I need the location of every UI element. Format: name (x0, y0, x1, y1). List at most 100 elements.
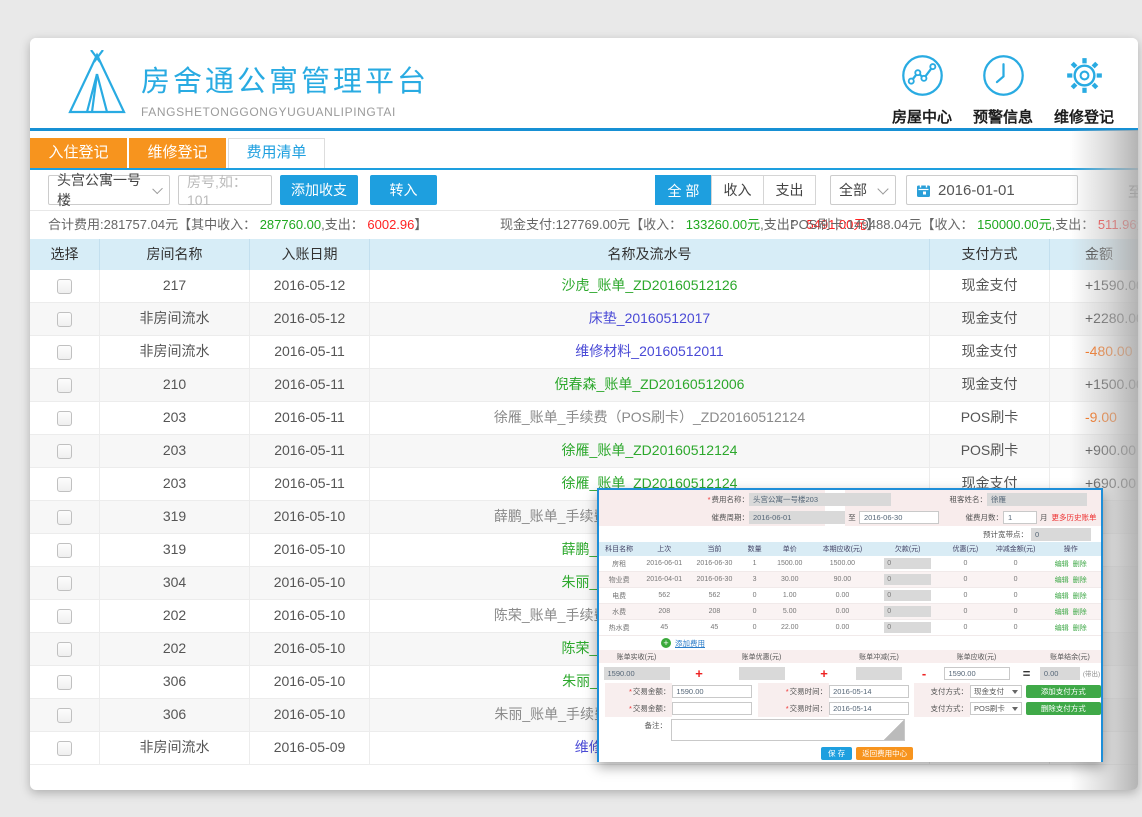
bill-balance-input[interactable]: 0.00 (1040, 667, 1080, 680)
table-header: 选择房间名称入账日期名称及流水号支付方式金额 (30, 239, 1138, 270)
room-cell: 非房间流水 (100, 336, 250, 368)
tab-2[interactable]: 费用清单 (228, 138, 325, 168)
row-checkbox[interactable] (57, 345, 72, 360)
add-payment-method-button[interactable]: 添加支付方式 (1026, 685, 1101, 698)
arrears-input[interactable]: 0 (884, 590, 931, 601)
segment-all[interactable]: 全 部 (655, 175, 712, 205)
fee-ops-cell: 编辑删除 (1041, 607, 1101, 617)
period-separator: 至 (845, 512, 859, 523)
amount-value: -9.00 (1085, 409, 1117, 425)
room-number-input[interactable]: 房号,如：101 (178, 175, 272, 205)
row-checkbox[interactable] (57, 741, 72, 756)
select-cell (30, 600, 100, 632)
bill-link[interactable]: 维修材料_20160512011 (575, 343, 723, 359)
note-textarea[interactable] (671, 719, 905, 741)
months-input[interactable]: 1 (1003, 511, 1037, 524)
bill-link[interactable]: 沙虎_账单_ZD20160512126 (562, 277, 738, 293)
tenant-input[interactable]: 徐雁 (987, 493, 1087, 506)
row-checkbox[interactable] (57, 279, 72, 294)
row-checkbox[interactable] (57, 642, 72, 657)
tx-time-input[interactable]: 2016-05-14 (829, 702, 908, 715)
name-cell: 沙虎_账单_ZD20160512126 (370, 270, 930, 302)
payment-cell: 现金支付 (930, 270, 1050, 302)
edit-link[interactable]: 编辑 (1055, 625, 1069, 632)
tx-method-select[interactable]: POS刷卡 (970, 702, 1022, 715)
save-button[interactable]: 保 存 (821, 747, 852, 760)
row-checkbox[interactable] (57, 708, 72, 723)
bill-operator: + (674, 666, 724, 681)
building-select[interactable]: 头宫公寓一号楼 (48, 175, 170, 205)
tx-time-input[interactable]: 2016-05-14 (829, 685, 908, 698)
add-transaction-button[interactable]: 添加收支 (280, 175, 358, 205)
points-input[interactable]: 0 (1031, 528, 1091, 541)
nav-item-clock[interactable]: 预警信息 (967, 53, 1039, 127)
tab-1[interactable]: 维修登记 (129, 138, 226, 168)
delete-link[interactable]: 删除 (1073, 625, 1087, 632)
history-bills-link[interactable]: 更多历史账单 (1052, 512, 1097, 523)
delete-link[interactable]: 删除 (1073, 593, 1087, 600)
segment-expense[interactable]: 支出 (763, 175, 816, 205)
chevron-down-icon (152, 183, 163, 194)
date-cell: 2016-05-10 (250, 567, 370, 599)
bill-discount-input[interactable] (739, 667, 785, 680)
edit-link[interactable]: 编辑 (1055, 561, 1069, 568)
arrears-input[interactable]: 0 (884, 574, 931, 585)
fee-cell: 22.00 (770, 624, 810, 631)
arrears-input[interactable]: 0 (884, 622, 931, 633)
fee-table-header: 科目名称上次当前数量单价本期应收(元)欠款(元)优惠(元)冲减金额(元)操作 (599, 542, 1101, 556)
period-to-input[interactable]: 2016-06-30 (859, 511, 939, 524)
delete-payment-method-button[interactable]: 删除支付方式 (1026, 702, 1101, 715)
date-from-input[interactable]: 2016-01-01 (906, 175, 1078, 205)
bill-link[interactable]: 倪春森_账单_ZD20160512006 (555, 376, 745, 392)
fee-cell: 0 (740, 624, 770, 631)
method-select[interactable]: 全部 (830, 175, 896, 205)
table-row: 非房间流水2016-05-11维修材料_20160512011现金支付-480.… (30, 336, 1138, 369)
delete-link[interactable]: 删除 (1073, 577, 1087, 584)
transfer-in-button[interactable]: 转入 (370, 175, 437, 205)
bill-link[interactable]: 徐雁_账单_ZD20160512124 (562, 442, 738, 458)
fee-column-header-0: 科目名称 (599, 544, 639, 554)
arrears-input[interactable]: 0 (884, 558, 931, 569)
row-checkbox[interactable] (57, 378, 72, 393)
row-checkbox[interactable] (57, 609, 72, 624)
row-checkbox[interactable] (57, 312, 72, 327)
arrears-input[interactable]: 0 (884, 606, 931, 617)
period-from-input[interactable]: 2016-06-01 (749, 511, 845, 524)
back-to-fee-center-button[interactable]: 返回费用中心 (856, 747, 913, 760)
row-checkbox[interactable] (57, 675, 72, 690)
tx-method-select[interactable]: 现金支付 (970, 685, 1022, 698)
bill-received-input[interactable]: 1590.00 (604, 667, 670, 680)
row-checkbox[interactable] (57, 444, 72, 459)
edit-link[interactable]: 编辑 (1055, 593, 1069, 600)
tx-amount-label-text: 交易金额： (633, 704, 671, 713)
table-row: 2032016-05-11徐雁_账单_ZD20160512124POS刷卡+90… (30, 435, 1138, 468)
delete-link[interactable]: 删除 (1073, 609, 1087, 616)
row-checkbox[interactable] (57, 576, 72, 591)
row-checkbox[interactable] (57, 543, 72, 558)
edit-link[interactable]: 编辑 (1055, 577, 1069, 584)
required-mark: * (786, 704, 789, 713)
fee-cell: 物业费 (599, 575, 639, 585)
tab-0[interactable]: 入住登记 (30, 138, 127, 168)
edit-link[interactable]: 编辑 (1055, 609, 1069, 616)
bill-value-cell: + (799, 666, 849, 681)
add-fee-link[interactable]: 添加费用 (675, 638, 705, 649)
fee-name-input[interactable]: 头宫公寓一号楼203 (749, 493, 891, 506)
tx-amount-input[interactable] (672, 702, 751, 715)
fee-cell: 0 (940, 560, 990, 567)
row-checkbox[interactable] (57, 411, 72, 426)
fee-cell: 562 (639, 592, 689, 599)
bill-offset-input[interactable] (856, 667, 902, 680)
nav-item-chart[interactable]: 房屋中心 (886, 53, 958, 127)
tx-method-value: 现金支付 (974, 686, 1004, 697)
tx-amount-input[interactable]: 1590.00 (672, 685, 751, 698)
delete-link[interactable]: 删除 (1073, 561, 1087, 568)
fee-cell: 30.00 (770, 576, 810, 583)
row-checkbox[interactable] (57, 510, 72, 525)
row-checkbox[interactable] (57, 477, 72, 492)
segment-income[interactable]: 收入 (711, 175, 764, 205)
bill-receivable-input[interactable]: 1590.00 (944, 667, 1010, 680)
bill-link[interactable]: 床垫_20160512017 (589, 310, 710, 326)
amount-cell: +900.00 (1050, 435, 1138, 467)
nav-item-gear[interactable]: 维修登记 (1048, 53, 1120, 127)
